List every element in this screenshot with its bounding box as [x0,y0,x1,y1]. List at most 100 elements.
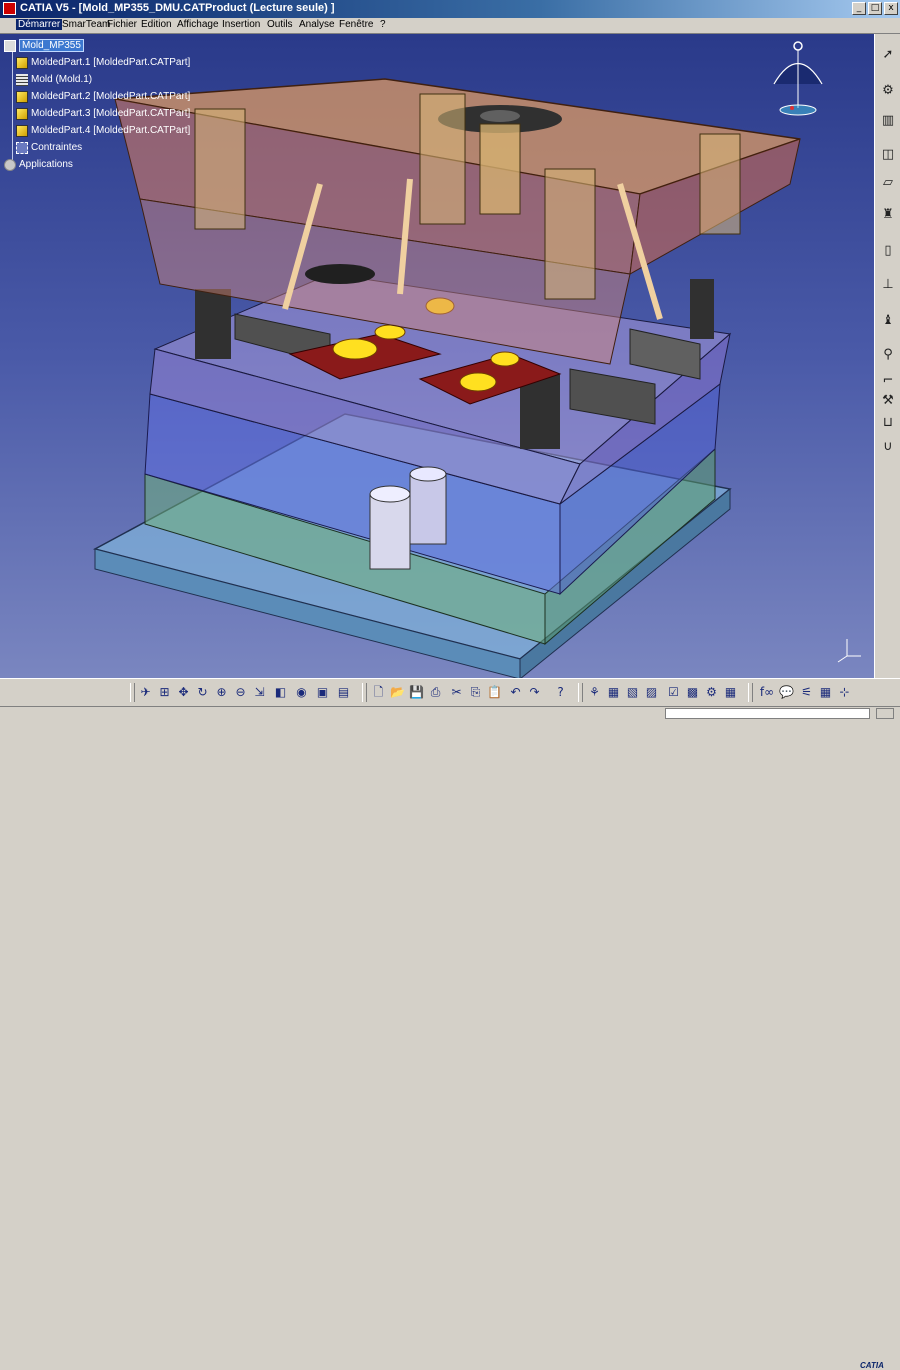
maximize-button[interactable]: □ [868,2,882,15]
menu-demarrer[interactable]: Démarrer [16,19,63,30]
hide-show-icon[interactable]: ▣ [314,684,331,701]
table-icon[interactable]: ▦ [722,684,739,701]
part-icon [16,56,28,69]
command-input[interactable] [665,708,870,719]
menu-edition[interactable]: Edition [141,19,172,30]
paste-icon[interactable]: 📋 [486,684,503,701]
menu-insertion[interactable]: Insertion [222,19,260,30]
save-icon[interactable]: 💾 [408,684,425,701]
tree-node-label[interactable]: Contraintes [31,142,82,153]
bolt-icon[interactable]: ⊥ [879,276,897,294]
cylinder-icon[interactable]: ▥ [879,112,897,130]
normal-view-icon[interactable]: ⇲ [251,684,268,701]
catia-app-icon[interactable] [3,2,16,15]
tree-node-mold[interactable]: Mold (Mold.1) [16,71,190,88]
whats-this-icon[interactable]: ? [552,684,569,701]
open-icon[interactable]: 📂 [389,684,406,701]
undo-icon[interactable]: ↶ [507,684,524,701]
cylinder-icon[interactable]: ◫ [879,146,897,164]
views-icon[interactable]: ◧ [272,684,289,701]
tree-node-applications[interactable]: Applications [4,156,190,173]
print-icon[interactable]: ⎙ [427,684,444,701]
menu-smarteam[interactable]: SmarTeam [62,19,110,30]
toolbar-grip[interactable] [748,683,753,702]
tree-node-label[interactable]: Mold (Mold.1) [31,74,92,85]
minimize-button[interactable]: _ [852,2,866,15]
probe-icon[interactable]: ♜ [879,206,897,224]
menu-affichage[interactable]: Affichage [177,19,219,30]
tree-node-moldedpart-2[interactable]: MoldedPart.2 [MoldedPart.CATPart] [16,88,190,105]
toolbar-grip[interactable] [578,683,583,702]
measure-icon[interactable]: ▧ [624,684,641,701]
part-icon [16,90,28,103]
menu-fenetre[interactable]: Fenêtre [339,19,373,30]
lever-icon[interactable]: ⚒ [879,392,897,410]
new-icon[interactable]: 🗋 [370,684,387,701]
part-icon [16,107,28,120]
menu-fichier[interactable]: Fichier [107,19,137,30]
close-button[interactable]: x [884,2,898,15]
catalog-icon[interactable]: ⚘ [586,684,603,701]
tree-node-label[interactable]: MoldedPart.4 [MoldedPart.CATPart] [31,125,190,136]
tree-node-moldedpart-1[interactable]: MoldedPart.1 [MoldedPart.CATPart] [16,54,190,71]
title-bar: CATIA V5 - [Mold_MP355_DMU.CATProduct (L… [0,0,900,18]
axis-triad-icon [837,639,861,663]
copy-icon[interactable]: ⎘ [467,684,484,701]
menu-help[interactable]: ? [380,19,386,30]
tree-node-moldedpart-3[interactable]: MoldedPart.3 [MoldedPart.CATPart] [16,105,190,122]
zoom-out-icon[interactable]: ⊖ [232,684,249,701]
3d-viewport[interactable]: Mold_MP355 MoldedPart.1 [MoldedPart.CATP… [0,34,874,678]
mold-icon [16,73,28,86]
u-shape-icon[interactable]: ∪ [879,438,897,456]
pan-icon[interactable]: ✥ [175,684,192,701]
fly-icon[interactable]: ✈ [137,684,154,701]
axis-icon[interactable]: ⊹ [836,684,853,701]
compass-icon[interactable] [764,38,824,118]
select-arrow-icon[interactable]: ➚ [879,46,897,64]
redo-icon[interactable]: ↷ [526,684,543,701]
menu-outils[interactable]: Outils [267,19,293,30]
swap-space-icon[interactable]: ▤ [335,684,352,701]
zoom-in-icon[interactable]: ⊕ [213,684,230,701]
status-bar [0,706,900,721]
product-root-icon [4,39,16,52]
param-icon[interactable]: ⚙ [703,684,720,701]
cut-icon[interactable]: ✂ [448,684,465,701]
toolbar-grip[interactable] [362,683,367,702]
fx-icon[interactable]: f∞ [756,684,778,701]
fit-all-icon[interactable]: ⊞ [156,684,173,701]
applications-icon [4,158,16,171]
tree-node-root[interactable]: Mold_MP355 [4,37,190,54]
eraser-icon[interactable]: ▱ [879,174,897,192]
bracket-icon[interactable]: ⌐ [879,372,897,390]
grid-icon[interactable]: ▦ [817,684,834,701]
toolbar-grip[interactable] [130,683,135,702]
formula-icon[interactable]: ▦ [605,684,622,701]
pin-icon[interactable]: ♝ [879,312,897,330]
catia-logo: CATIA [860,1361,884,1370]
tree-node-label[interactable]: Mold_MP355 [19,39,84,52]
tree-node-label[interactable]: MoldedPart.1 [MoldedPart.CATPart] [31,57,190,68]
tools-icon[interactable]: ⚙ [879,82,897,100]
tree-node-label[interactable]: MoldedPart.2 [MoldedPart.CATPart] [31,91,190,102]
menu-bar: Démarrer SmarTeam Fichier Edition Affich… [0,18,900,34]
comment-icon[interactable]: 💬 [778,684,795,701]
part-icon [16,124,28,137]
rectangle-icon[interactable]: ▯ [879,242,897,260]
screw-icon[interactable]: ⚲ [879,346,897,364]
render-style-icon[interactable]: ◉ [293,684,310,701]
axis-icon[interactable]: ⚟ [798,684,815,701]
table-icon[interactable]: ▩ [684,684,701,701]
knowledge-icon[interactable]: ▨ [643,684,660,701]
menu-analyse[interactable]: Analyse [299,19,335,30]
tree-node-moldedpart-4[interactable]: MoldedPart.4 [MoldedPart.CATPart] [16,122,190,139]
rotate-icon[interactable]: ↻ [194,684,211,701]
tree-node-contraintes[interactable]: Contraintes [16,139,190,156]
u-shape-icon[interactable]: ⊔ [879,414,897,432]
tree-node-label[interactable]: MoldedPart.3 [MoldedPart.CATPart] [31,108,190,119]
check-icon[interactable]: ☑ [665,684,682,701]
command-button[interactable] [876,708,894,719]
tree-node-label[interactable]: Applications [19,159,73,170]
bottom-toolbar: ✈ ⊞ ✥ ↻ ⊕ ⊖ ⇲ ◧ ◉ ▣ ▤ 🗋 📂 💾 ⎙ ✂ ⎘ 📋 ↶ ↷ … [0,678,900,1370]
specification-tree[interactable]: Mold_MP355 MoldedPart.1 [MoldedPart.CATP… [4,37,190,173]
